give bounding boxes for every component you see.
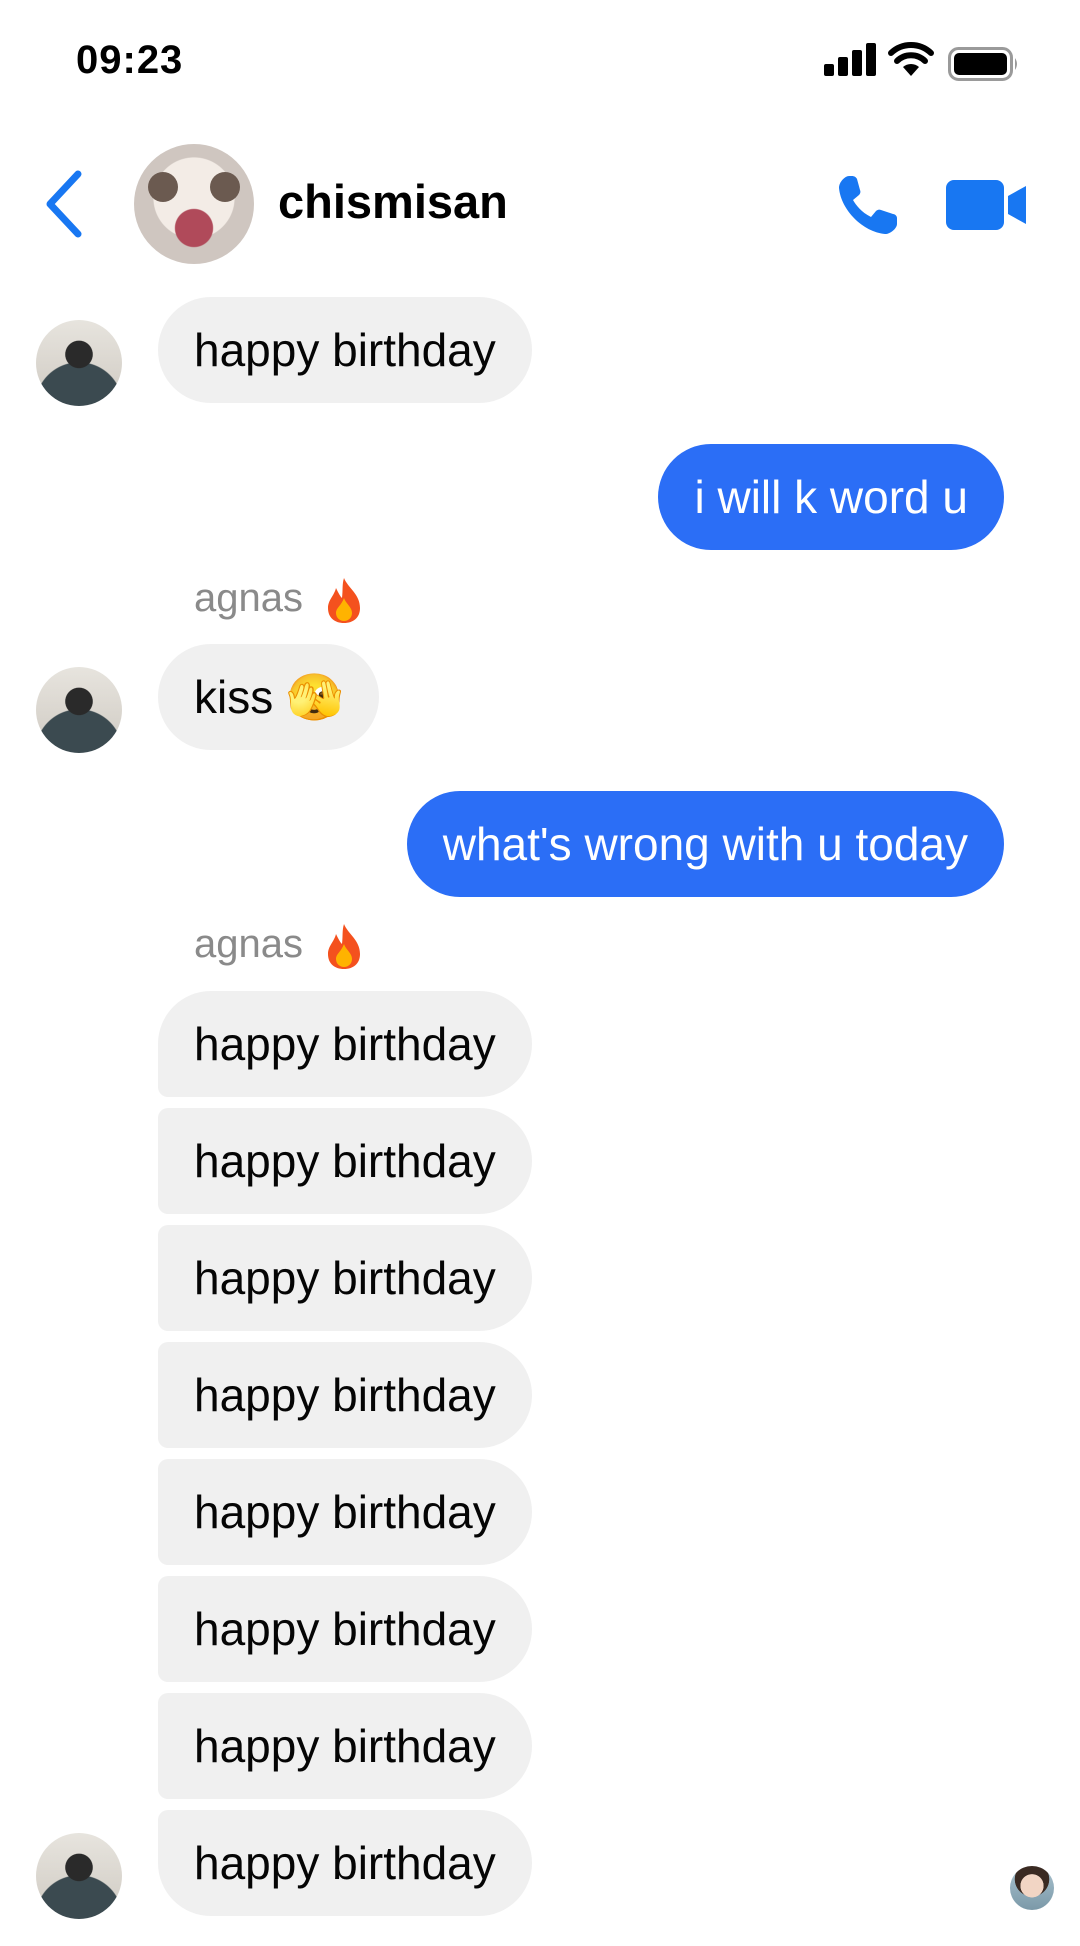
cellular-signal-icon <box>824 42 878 76</box>
incoming-message-bubble[interactable]: happy birthday <box>158 1576 532 1682</box>
conversation-header: chismisan <box>0 130 1080 280</box>
incoming-message-bubble[interactable]: happy birthday <box>158 1108 532 1214</box>
sender-name: agnas <box>194 576 303 620</box>
incoming-message-bubble[interactable]: happy birthday <box>158 297 532 403</box>
contact-name[interactable]: chismisan <box>278 174 508 229</box>
incoming-message-bubble[interactable]: kiss 🫣 <box>158 644 380 750</box>
fire-icon <box>328 924 361 970</box>
incoming-message-bubble[interactable]: happy birthday <box>158 1459 532 1565</box>
sender-name: agnas <box>194 922 303 966</box>
battery-icon <box>948 47 1017 81</box>
sender-avatar[interactable] <box>36 1833 122 1919</box>
phone-icon[interactable] <box>835 172 901 238</box>
sender-name-label: agnas <box>194 922 364 970</box>
incoming-message-bubble[interactable]: happy birthday <box>158 1693 532 1799</box>
back-chevron-icon[interactable] <box>38 168 92 240</box>
incoming-message-bubble[interactable]: happy birthday <box>158 1225 532 1331</box>
read-receipt-avatar <box>1010 1866 1054 1910</box>
incoming-message-bubble[interactable]: happy birthday <box>158 1810 532 1916</box>
outgoing-message-bubble[interactable]: what's wrong with u today <box>406 791 1004 897</box>
sender-avatar[interactable] <box>36 667 122 753</box>
status-time: 09:23 <box>76 38 184 82</box>
incoming-message-bubble[interactable]: happy birthday <box>158 1342 532 1448</box>
fire-icon <box>328 578 361 624</box>
incoming-message-bubble[interactable]: happy birthday <box>158 991 532 1097</box>
video-camera-icon[interactable] <box>946 178 1028 232</box>
sender-avatar[interactable] <box>36 320 122 406</box>
status-bar: 09:23 <box>0 0 1080 120</box>
outgoing-message-bubble[interactable]: i will k word u <box>658 444 1004 550</box>
sender-name-label: agnas <box>194 576 364 624</box>
contact-avatar[interactable] <box>134 144 254 264</box>
wifi-icon <box>888 42 934 76</box>
